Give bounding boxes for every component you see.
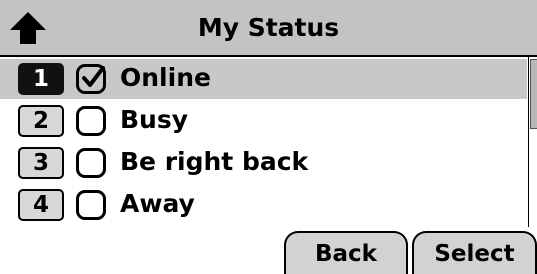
list-item-label: Away	[120, 189, 195, 218]
title-bar: My Status	[0, 0, 537, 57]
checkbox-checked[interactable]	[76, 64, 106, 94]
scrollbar-thumb[interactable]	[530, 59, 537, 129]
line-key-number: 3	[18, 147, 64, 179]
checkbox-unchecked[interactable]	[76, 148, 106, 178]
softkey-bar: Back Select	[0, 227, 537, 274]
list-item-label: Busy	[120, 105, 189, 134]
status-list: 1 Online 2 Busy 3 Be right back 4 Away	[0, 57, 537, 227]
list-item-away[interactable]: 4 Away	[0, 185, 527, 225]
line-key-number: 4	[18, 189, 64, 221]
list-item-busy[interactable]: 2 Busy	[0, 101, 527, 141]
list-item-be-right-back[interactable]: 3 Be right back	[0, 143, 527, 183]
select-softkey-button[interactable]: Select	[412, 231, 537, 274]
scrollbar[interactable]	[528, 57, 537, 227]
phone-screen: My Status 1 Online 2 Busy 3 Be right bac…	[0, 0, 537, 274]
list-item-label: Online	[120, 63, 211, 92]
list-item-online[interactable]: 1 Online	[0, 59, 527, 99]
list-item-label: Be right back	[120, 147, 309, 176]
page-title: My Status	[197, 13, 340, 42]
checkbox-unchecked[interactable]	[76, 190, 106, 220]
line-key-number: 2	[18, 105, 64, 137]
line-key-number: 1	[18, 63, 64, 95]
checkbox-unchecked[interactable]	[76, 106, 106, 136]
back-softkey-button[interactable]: Back	[284, 231, 408, 274]
